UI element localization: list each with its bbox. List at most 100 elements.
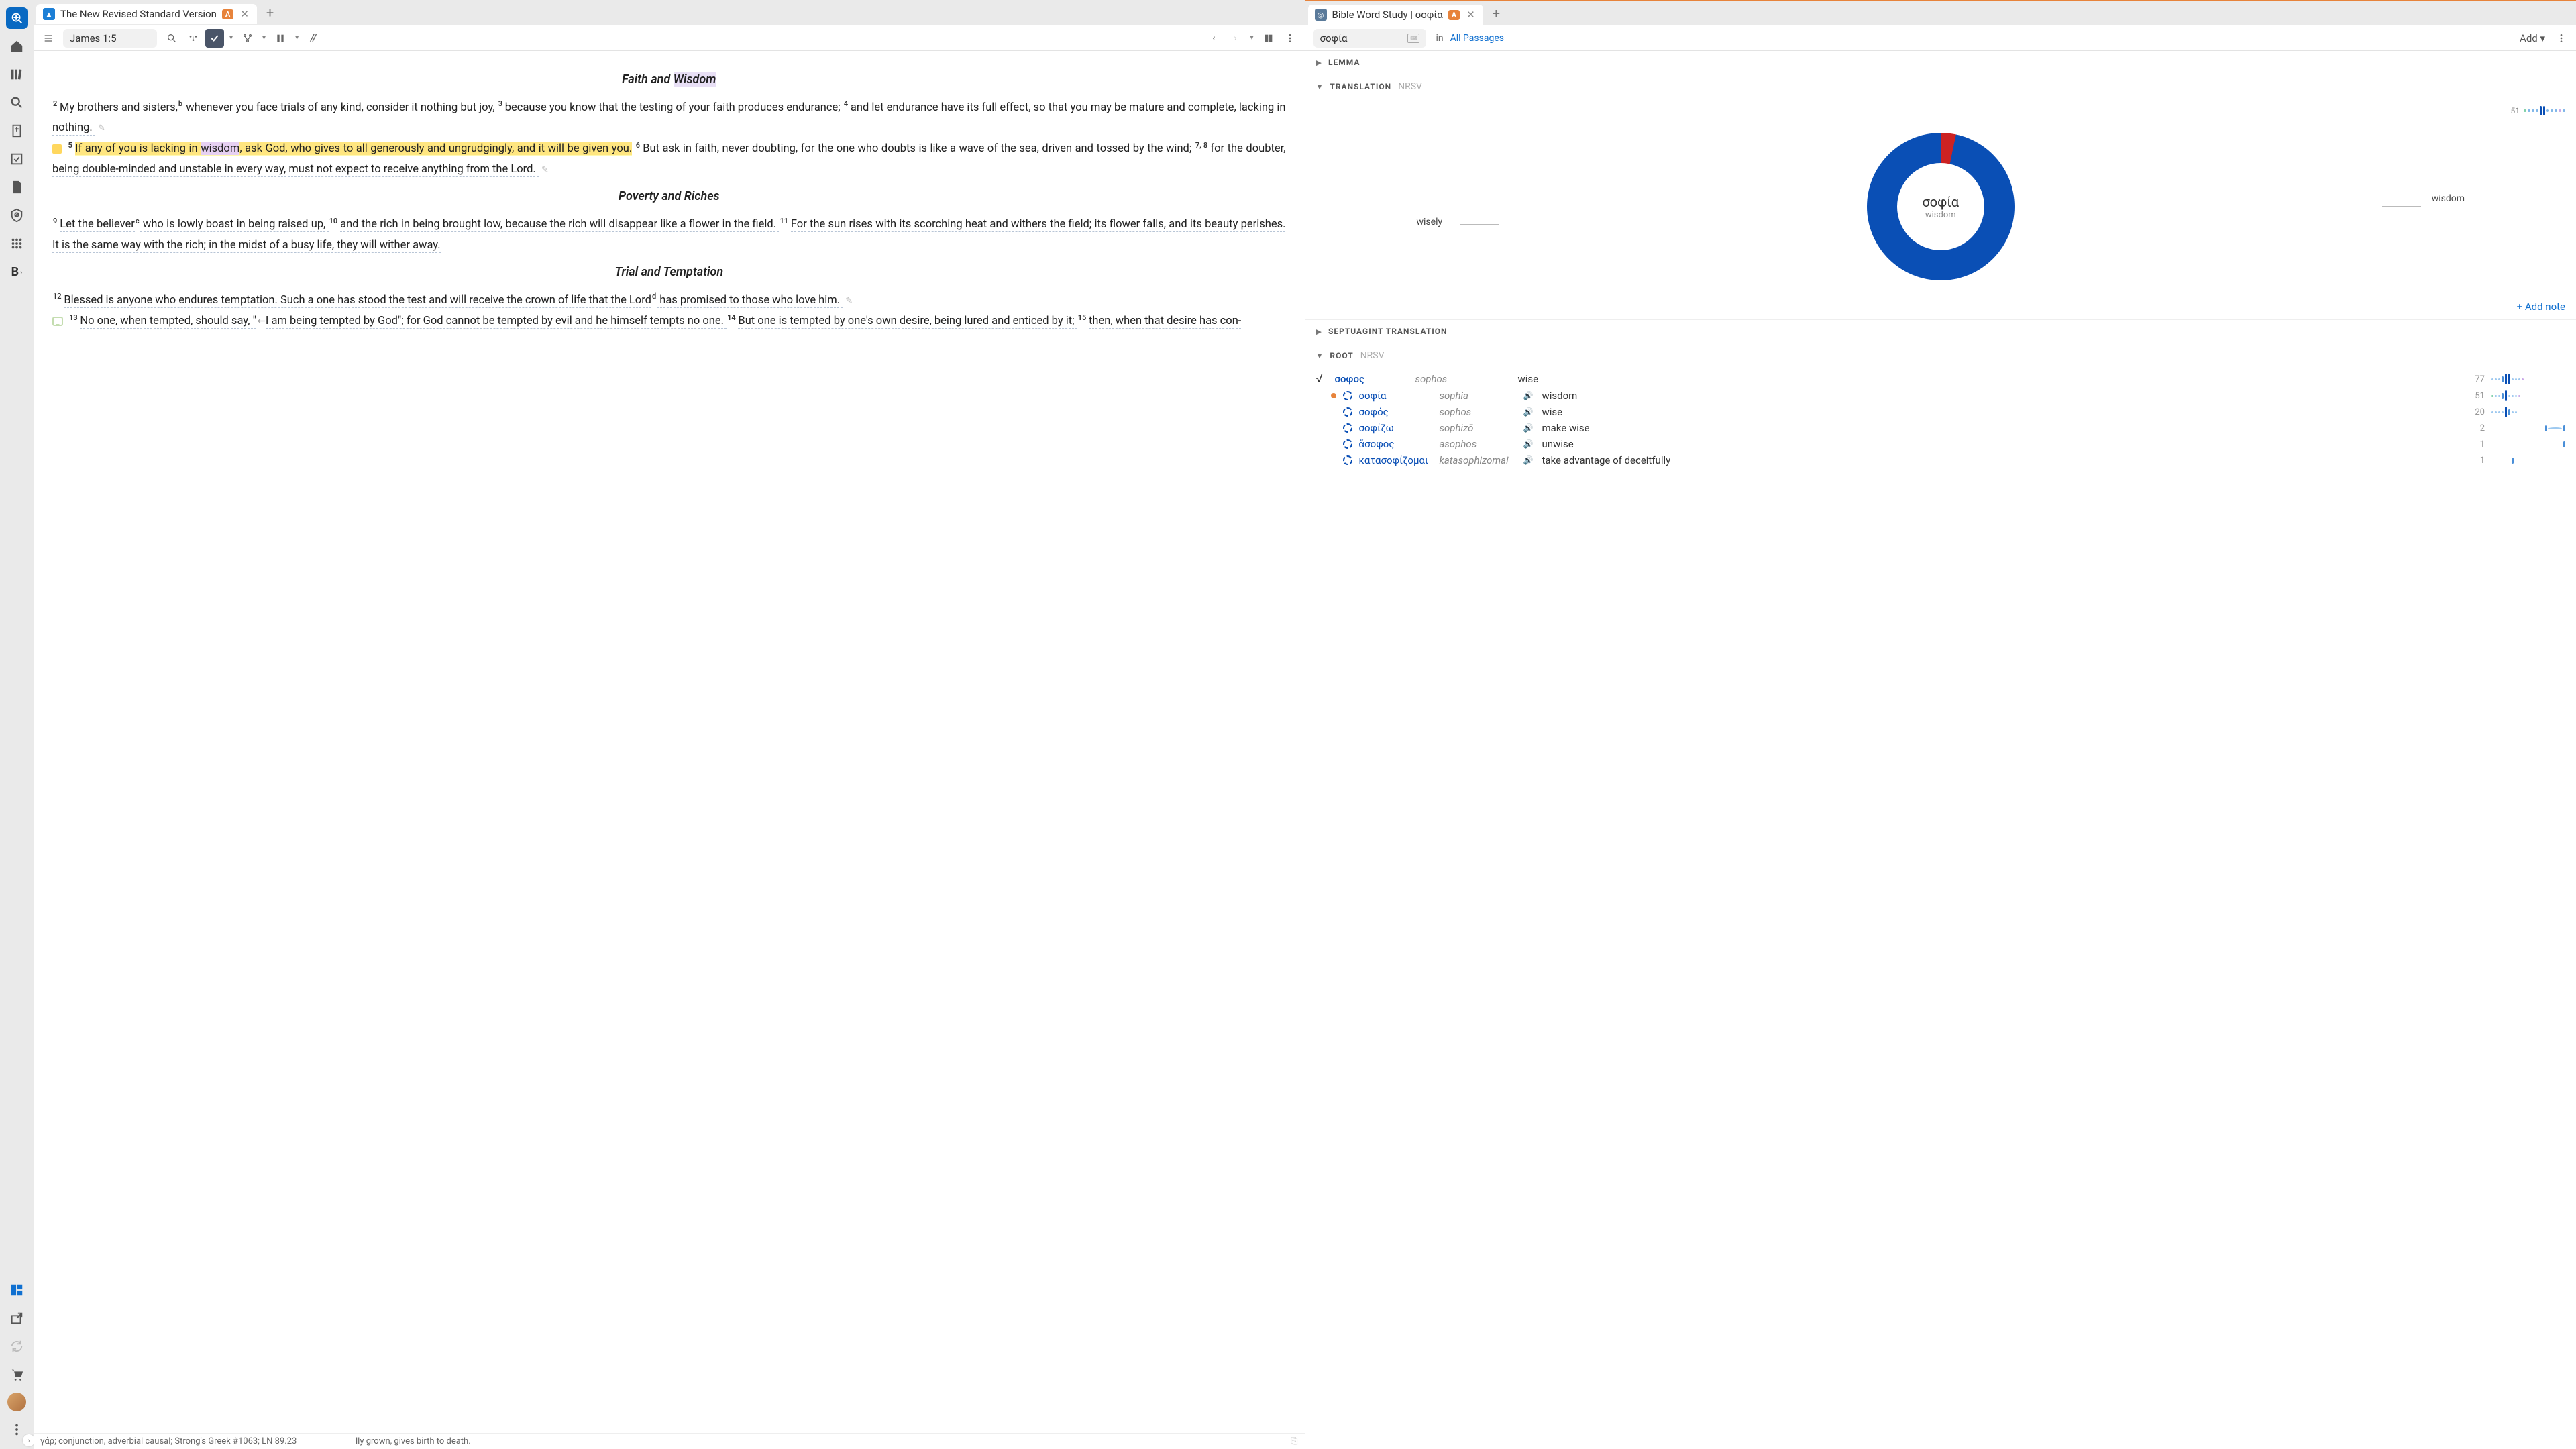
root-row[interactable]: σοφίζω sophizō 🔊 make wise 2	[1316, 420, 2566, 436]
sound-icon[interactable]: 🔊	[1523, 391, 1536, 400]
section-root[interactable]: ▼ ROOT NRSV	[1305, 343, 2576, 368]
left-tabbar: ▲ The New Revised Standard Version A ✕ +	[34, 0, 1305, 25]
tasks-icon[interactable]	[6, 148, 28, 170]
search-icon[interactable]	[6, 92, 28, 113]
quote-arrow-icon	[256, 317, 266, 325]
toolbar-search-icon[interactable]	[162, 29, 181, 48]
tab-close[interactable]: ✕	[1465, 9, 1477, 21]
tab-title: The New Revised Standard Version	[60, 8, 217, 20]
translation-donut[interactable]: wisely σοφία wisdom wisdom	[1316, 106, 2566, 307]
panel-more-icon[interactable]	[1281, 29, 1299, 48]
pen-icon-3[interactable]: ✎	[845, 296, 853, 306]
tab-word-study[interactable]: ◎ Bible Word Study | σοφία A ✕	[1308, 5, 1483, 25]
ring-icon	[1343, 423, 1352, 433]
left-toolbar: James 1:5 ▾ ▾ ▾ // ‹ › ▾	[34, 25, 1305, 51]
note-flag-icon[interactable]	[52, 144, 62, 154]
panel-more-icon[interactable]	[2552, 29, 2571, 48]
branch-caret[interactable]: ▾	[260, 34, 268, 42]
donut-label-wisdom[interactable]: wisdom	[2432, 193, 2465, 204]
nav-caret[interactable]: ▾	[1247, 34, 1256, 42]
reference-input[interactable]: James 1:5	[63, 29, 157, 48]
app-sidebar: B› ›	[0, 0, 34, 1449]
columns-icon[interactable]	[271, 29, 290, 48]
document-icon[interactable]	[6, 176, 28, 198]
section-heading-2: Poverty and Riches	[52, 185, 1286, 207]
root-row[interactable]: σοφός sophos 🔊 wise 20	[1316, 404, 2566, 420]
user-avatar[interactable]	[7, 1393, 26, 1411]
visual-filter-icon[interactable]	[184, 29, 203, 48]
donut-label-wisely[interactable]: wisely	[1417, 217, 1443, 227]
tab-close[interactable]: ✕	[239, 8, 250, 20]
comment-icon[interactable]	[52, 317, 63, 326]
section-heading-3: Trial and Temptation	[52, 261, 1286, 283]
nav-forward-icon[interactable]: ›	[1226, 29, 1244, 48]
passages-link[interactable]: All Passages	[1450, 33, 1504, 44]
split-icon[interactable]	[1259, 29, 1278, 48]
sync-icon[interactable]	[6, 1336, 28, 1357]
apps-icon[interactable]	[6, 233, 28, 254]
tab-badge: A	[1448, 10, 1460, 20]
chevron-down-icon: ▼	[1316, 352, 1324, 360]
blocked-icon[interactable]	[6, 205, 28, 226]
sound-icon[interactable]: 🔊	[1523, 407, 1536, 417]
chevron-down-icon: ▼	[1316, 83, 1324, 91]
pen-icon-2[interactable]: ✎	[541, 165, 549, 175]
section-septuagint[interactable]: ▶ SEPTUAGINT TRANSLATION	[1305, 320, 2576, 343]
layout-icon[interactable]	[6, 1279, 28, 1301]
donut-greek: σοφία	[1922, 194, 1959, 210]
add-tab[interactable]: +	[257, 5, 283, 21]
word-study-sections: ▶ LEMMA ▼ TRANSLATION NRSV 51 wisely	[1305, 51, 2576, 1449]
verse-paragraph-1[interactable]: 2 My brothers and sisters,b whenever you…	[52, 97, 1286, 180]
sound-icon[interactable]: 🔊	[1523, 423, 1536, 433]
ring-icon	[1343, 391, 1352, 400]
chevron-right-icon: ▶	[1316, 58, 1322, 67]
ring-icon	[1343, 439, 1352, 449]
root-row[interactable]: √ σοφος sophos wise 77	[1316, 370, 2566, 388]
add-tab[interactable]: +	[1483, 5, 1509, 21]
sound-icon[interactable]: 🔊	[1523, 455, 1536, 465]
word-input[interactable]: σοφία⌨	[1313, 29, 1427, 48]
right-tabbar: ◎ Bible Word Study | σοφία A ✕ +	[1305, 0, 2576, 25]
right-toolbar: σοφία⌨ in All Passages Add ▾	[1305, 25, 2576, 51]
app-logo-icon[interactable]	[6, 7, 28, 29]
parallel-icon[interactable]: //	[304, 29, 323, 48]
branch-icon[interactable]	[238, 29, 257, 48]
ring-icon	[1343, 455, 1352, 465]
in-label: in	[1436, 33, 1443, 44]
root-icon: √	[1316, 372, 1328, 386]
add-note-link[interactable]: + Add note	[2517, 301, 2565, 313]
panel-menu-icon[interactable]	[39, 29, 58, 48]
book-icon: ▲	[43, 8, 55, 20]
keyboard-icon[interactable]: ⌨	[1407, 34, 1419, 43]
nav-back-icon[interactable]: ‹	[1204, 29, 1223, 48]
bible-content: Faith and Wisdom 2 My brothers and siste…	[34, 51, 1305, 1449]
verse-paragraph-2[interactable]: 9 Let the believerc who is lowly boast i…	[52, 215, 1286, 256]
verse-paragraph-3[interactable]: 12 Blessed is anyone who endures temptat…	[52, 290, 1286, 331]
root-row[interactable]: κατασοφίζομαι katasophizomai 🔊 take adva…	[1316, 452, 2566, 468]
export-icon[interactable]	[6, 1307, 28, 1329]
word-study-panel: ◎ Bible Word Study | σοφία A ✕ + σοφία⌨ …	[1305, 0, 2576, 1449]
add-button[interactable]: Add ▾	[2516, 32, 2549, 44]
root-row[interactable]: ἄσοφος asophos 🔊 unwise 1	[1316, 436, 2566, 452]
tab-badge: A	[222, 9, 233, 19]
check-caret[interactable]: ▾	[227, 34, 235, 42]
section-translation[interactable]: ▼ TRANSLATION NRSV	[1305, 74, 2576, 99]
tab-nrsv[interactable]: ▲ The New Revised Standard Version A ✕	[36, 4, 257, 24]
library-icon[interactable]	[6, 64, 28, 85]
donut-english: wisdom	[1922, 210, 1959, 220]
bold-button[interactable]: B›	[6, 261, 28, 282]
inline-check-icon[interactable]	[205, 29, 224, 48]
bible-panel: ▲ The New Revised Standard Version A ✕ +…	[34, 0, 1305, 1449]
reference-icon[interactable]	[6, 120, 28, 142]
sound-icon[interactable]: 🔊	[1523, 439, 1536, 449]
home-icon[interactable]	[6, 36, 28, 57]
cart-icon[interactable]	[6, 1364, 28, 1385]
active-dot-icon	[1331, 393, 1336, 398]
section-heading-1: Faith and Wisdom	[52, 68, 1286, 91]
section-lemma[interactable]: ▶ LEMMA	[1305, 51, 2576, 74]
chevron-right-icon: ▶	[1316, 327, 1322, 336]
columns-caret[interactable]: ▾	[292, 34, 301, 42]
root-row[interactable]: σοφία sophia 🔊 wisdom 51	[1316, 388, 2566, 404]
pen-icon[interactable]: ✎	[98, 123, 105, 133]
tab-title: Bible Word Study | σοφία	[1332, 9, 1443, 21]
